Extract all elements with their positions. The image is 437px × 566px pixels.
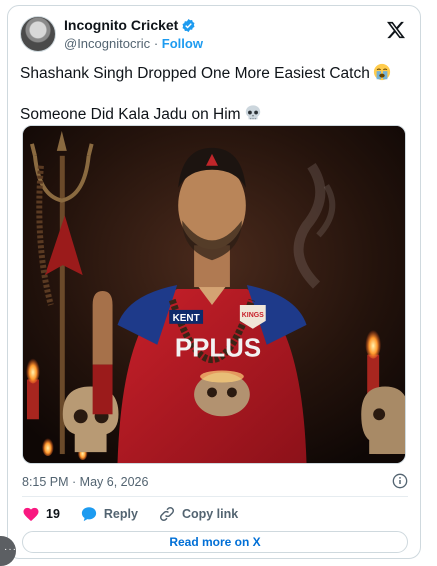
tweet-text: Shashank Singh Dropped One More Easiest …	[20, 63, 410, 125]
copy-link-button[interactable]: Copy link	[158, 505, 238, 523]
tweet-header: Incognito Cricket @Incognitocric · Follo…	[20, 16, 408, 56]
jersey-badge-text: KINGS	[242, 312, 264, 319]
avatar[interactable]	[20, 16, 56, 52]
jersey-chest-text: PPLUS	[175, 335, 261, 363]
reply-button[interactable]: Reply	[80, 505, 138, 523]
tweet-media-image[interactable]: KINGS KENT PPLUS	[22, 125, 406, 464]
like-button[interactable]: 19	[22, 505, 60, 523]
heart-icon	[23, 507, 39, 522]
read-more-button[interactable]: Read more on X	[22, 531, 408, 553]
author-handle-row: @Incognitocric · Follow	[64, 36, 203, 51]
reply-label: Reply	[103, 507, 138, 521]
link-icon	[159, 506, 174, 522]
tweet-actions: 19 Reply Copy link	[22, 503, 258, 525]
author-handle[interactable]: @Incognitocric	[64, 36, 150, 51]
tweet-card[interactable]: Incognito Cricket @Incognitocric · Follo…	[7, 5, 421, 559]
skull-icon	[245, 105, 260, 120]
follow-button[interactable]: Follow	[162, 36, 203, 51]
x-logo-icon[interactable]	[386, 20, 406, 40]
author-name-row[interactable]: Incognito Cricket	[64, 17, 196, 33]
loudly-crying-face-icon	[373, 63, 390, 81]
tweet-timestamp[interactable]: 8:15 PM · May 6, 2026	[22, 475, 148, 489]
copy-link-label: Copy link	[181, 507, 239, 521]
author-display-name[interactable]: Incognito Cricket	[64, 17, 178, 33]
tweet-line-1-text: Shashank Singh Dropped One More Easiest …	[20, 65, 370, 82]
like-count: 19	[46, 507, 60, 521]
reply-bubble-icon	[81, 507, 97, 522]
verified-badge-icon	[182, 18, 195, 32]
info-icon[interactable]	[392, 473, 408, 489]
divider	[22, 496, 408, 497]
tweet-line-1: Shashank Singh Dropped One More Easiest …	[20, 63, 410, 84]
tweet-line-2-text: Someone Did Kala Jadu on Him	[20, 106, 241, 123]
read-more-label: Read more on X	[169, 535, 261, 549]
media-illustration: KINGS KENT PPLUS	[23, 126, 405, 463]
tweet-line-2: Someone Did Kala Jadu on Him	[20, 104, 410, 125]
handle-separator: ·	[153, 36, 159, 51]
jersey-sponsor-text: KENT	[173, 313, 200, 324]
more-dots-icon: ···	[4, 544, 17, 555]
